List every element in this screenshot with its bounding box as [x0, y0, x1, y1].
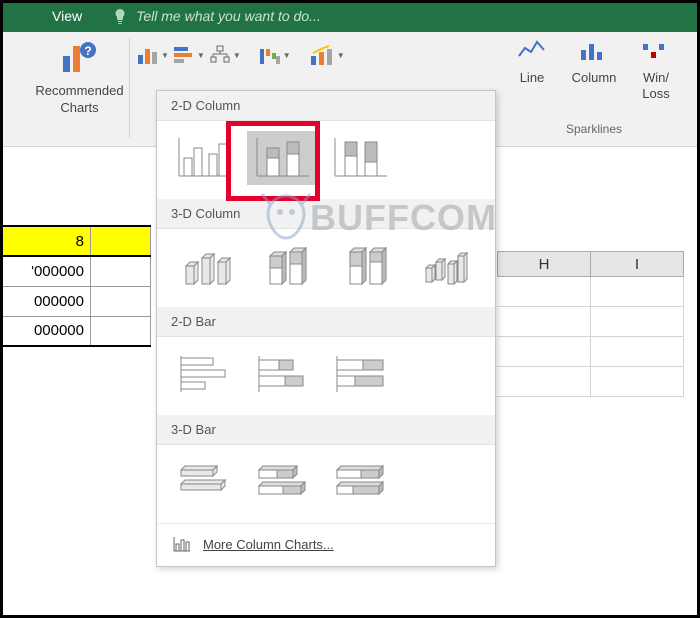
clustered-column-icon: [177, 136, 233, 180]
section-3d-bar: 3-D Bar: [157, 415, 495, 445]
section-2d-bar: 2-D Bar: [157, 307, 495, 337]
cell[interactable]: [91, 286, 151, 316]
stacked-column-option[interactable]: [247, 131, 319, 185]
column-chart-button[interactable]: ▼: [136, 42, 170, 68]
sparkline-column-button[interactable]: Column: [568, 38, 620, 101]
bar-chart-icon: [173, 45, 195, 65]
stacked-bar-icon: [255, 352, 311, 396]
3d-column-option[interactable]: [409, 239, 483, 293]
dropdown-arrow-icon: ▼: [233, 51, 241, 60]
more-column-charts-link[interactable]: More Column Charts...: [157, 523, 495, 566]
group-recommended-charts: ? Recommended Charts: [30, 38, 130, 138]
stacked-100-3d-bar-icon: [333, 460, 389, 504]
cell[interactable]: [590, 337, 684, 367]
column-chart-icon: [173, 536, 191, 552]
group-sparklines: Line Column Win/ Loss Sparklines: [494, 38, 694, 138]
cell[interactable]: [497, 367, 591, 397]
cell[interactable]: [590, 277, 684, 307]
combo-chart-icon: [309, 44, 335, 66]
clustered-bar-icon: [177, 352, 233, 396]
clustered-3d-bar-option[interactable]: [169, 455, 241, 509]
stacked-100-3d-bar-option[interactable]: [325, 455, 397, 509]
hierarchy-chart-button[interactable]: ▼: [208, 42, 242, 68]
dropdown-arrow-icon: ▼: [337, 51, 345, 60]
stacked-3d-bar-icon: [255, 460, 311, 504]
cell[interactable]: 000000: [1, 286, 91, 316]
dropdown-arrow-icon: ▼: [197, 51, 205, 60]
sparkline-winloss-icon: [641, 38, 671, 64]
clustered-column-option[interactable]: [169, 131, 241, 185]
svg-text:?: ?: [84, 44, 91, 58]
cell[interactable]: [91, 226, 151, 256]
title-bar: View Tell me what you want to do...: [0, 0, 700, 32]
3d-column-icon: [420, 244, 472, 288]
sparkline-winloss-label: Win/ Loss: [642, 70, 669, 101]
recommended-charts-label: Recommended Charts: [35, 83, 123, 117]
tab-view[interactable]: View: [40, 2, 94, 30]
worksheet-grid[interactable]: [498, 277, 684, 397]
column-headers: H I: [498, 251, 684, 277]
stacked-100-3d-column-icon: [340, 244, 392, 288]
stacked-bar-option[interactable]: [247, 347, 319, 401]
cell[interactable]: [590, 307, 684, 337]
cell[interactable]: [497, 307, 591, 337]
stacked-100-column-icon: [333, 136, 389, 180]
group-sparklines-label: Sparklines: [566, 122, 622, 138]
column-chart-dropdown: 2-D Column 3-D Column 2-D Bar: [156, 90, 496, 567]
combo-chart-button[interactable]: ▼: [308, 42, 346, 68]
sparkline-line-button[interactable]: Line: [506, 38, 558, 101]
sparkline-line-icon: [517, 38, 547, 64]
clustered-bar-option[interactable]: [169, 347, 241, 401]
waterfall-chart-button[interactable]: ▼: [258, 42, 292, 68]
waterfall-chart-icon: [259, 45, 281, 65]
stacked-3d-bar-option[interactable]: [247, 455, 319, 509]
column-header-h[interactable]: H: [497, 251, 591, 277]
stacked-100-column-option[interactable]: [325, 131, 397, 185]
cell[interactable]: [497, 277, 591, 307]
cell[interactable]: [497, 337, 591, 367]
stacked-3d-column-icon: [260, 244, 312, 288]
stacked-100-bar-option[interactable]: [325, 347, 397, 401]
stacked-3d-column-option[interactable]: [249, 239, 323, 293]
hierarchy-chart-icon: [209, 45, 231, 65]
cell[interactable]: '000000: [1, 256, 91, 286]
recommended-charts-button[interactable]: ? Recommended Charts: [35, 38, 123, 117]
section-2d-column: 2-D Column: [157, 91, 495, 121]
cell[interactable]: 000000: [1, 316, 91, 346]
cell[interactable]: [91, 316, 151, 346]
column-chart-icon: [137, 45, 159, 65]
sparkline-winloss-button[interactable]: Win/ Loss: [630, 38, 682, 101]
section-3d-column: 3-D Column: [157, 199, 495, 229]
bar-chart-button[interactable]: ▼: [172, 42, 206, 68]
worksheet[interactable]: 8 '000000 000000 000000: [0, 225, 151, 347]
more-column-charts-label: More Column Charts...: [203, 537, 334, 552]
clustered-3d-column-option[interactable]: [169, 239, 243, 293]
tell-me-placeholder: Tell me what you want to do...: [136, 8, 321, 24]
cell[interactable]: [590, 367, 684, 397]
clustered-3d-column-icon: [180, 244, 232, 288]
sparkline-column-label: Column: [572, 70, 617, 86]
stacked-100-bar-icon: [333, 352, 389, 396]
cell[interactable]: [91, 256, 151, 286]
column-header-i[interactable]: I: [590, 251, 684, 277]
sparkline-line-label: Line: [520, 70, 545, 86]
dropdown-arrow-icon: ▼: [161, 51, 169, 60]
clustered-3d-bar-icon: [177, 460, 233, 504]
stacked-column-icon: [255, 136, 311, 180]
lightbulb-icon: [112, 8, 128, 24]
sparkline-column-icon: [579, 38, 609, 64]
dropdown-arrow-icon: ▼: [283, 51, 291, 60]
cell[interactable]: 8: [1, 226, 91, 256]
recommended-charts-icon: ?: [60, 40, 100, 76]
tell-me-search[interactable]: Tell me what you want to do...: [112, 8, 321, 24]
stacked-100-3d-column-option[interactable]: [329, 239, 403, 293]
